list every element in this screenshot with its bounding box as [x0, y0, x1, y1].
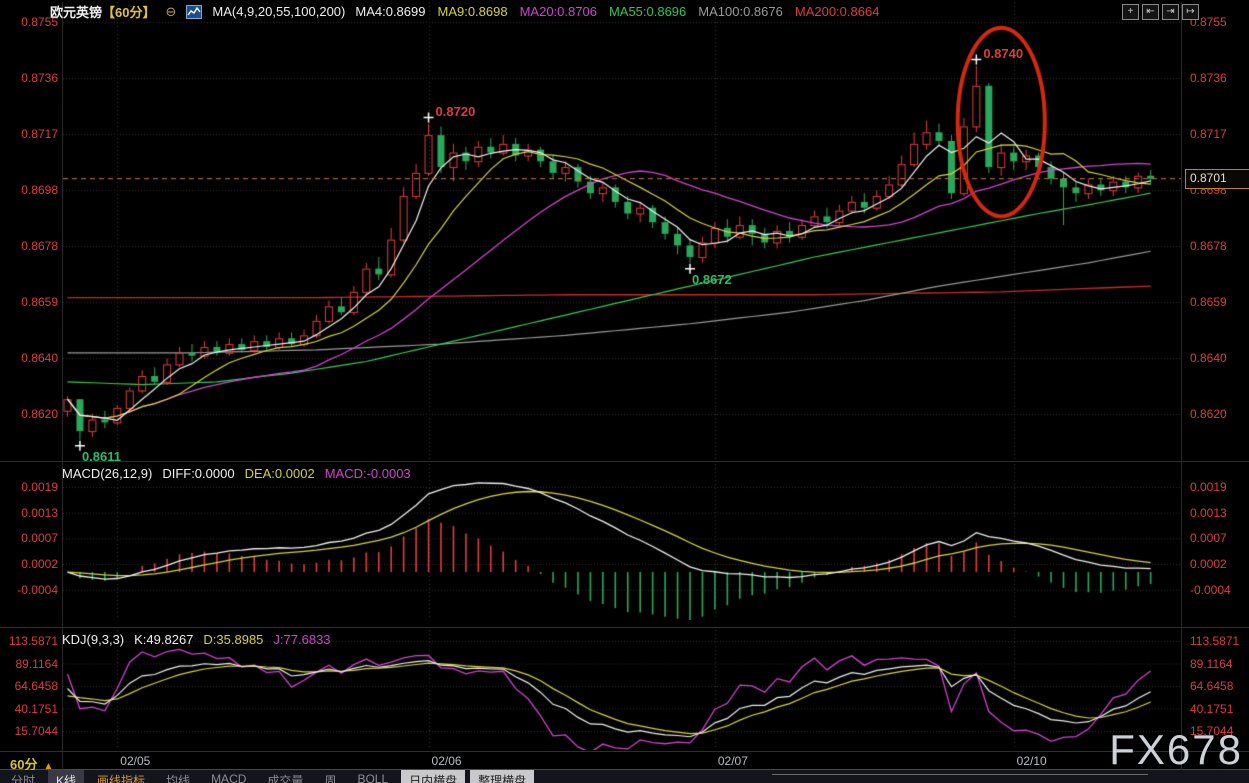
symbol-name: 欧元英镑 [50, 5, 102, 20]
axis-tick-label: 0.8678 [1190, 239, 1227, 253]
macd-title: MACD(26,12,9) [62, 466, 152, 481]
kdj-k-value: K:49.8267 [134, 632, 193, 647]
kdj-d-value: D:35.8985 [203, 632, 263, 647]
axis-tick-label: 0.0002 [2, 557, 58, 571]
ma-value-label: MA9:0.8698 [437, 4, 507, 19]
x-axis-date-label: 02/05 [120, 754, 150, 768]
kdj-panel-header: KDJ(9,3,3) K:49.8267 D:35.8985 J:77.6833 [62, 632, 331, 647]
panel-separator [0, 751, 1249, 752]
axis-tick-label: 0.0013 [2, 506, 58, 520]
shift-axis-right-icon[interactable]: ⇥ [1162, 4, 1179, 20]
main-chart-header: 欧元英镑【60分】 ⊖ MA(4,9,20,55,100,200) MA4:0.… [50, 2, 879, 21]
axis-tick-label: 15.7044 [2, 724, 58, 738]
axis-tick-label: 40.1751 [2, 702, 58, 716]
axis-tick-label: 0.0013 [1190, 506, 1227, 520]
plot-right-border [1181, 2, 1182, 770]
price-candlestick-chart[interactable] [63, 2, 1181, 460]
axis-tick-label: 0.8659 [1190, 295, 1227, 309]
ma-group-label: MA(4,9,20,55,100,200) [212, 4, 345, 19]
axis-tick-label: -0.0004 [2, 583, 58, 597]
macd-macd-value: MACD:-0.0003 [325, 466, 411, 481]
axis-tick-label: 89.1164 [2, 657, 58, 671]
axis-tick-label: 0.8736 [1190, 71, 1227, 85]
price-annotation: 0.8611 [82, 449, 121, 464]
price-annotation: 0.8672 [692, 272, 732, 287]
bottom-tab-分时[interactable]: 分时 [3, 770, 43, 783]
x-axis-date-label: 02/06 [432, 754, 462, 768]
ma-value-label: MA55:0.8696 [609, 4, 686, 19]
ma-value-label: MA200:0.8664 [795, 4, 880, 19]
axis-tick-label: 0.0002 [1190, 557, 1227, 571]
last-price-badge: 0.8701 [1185, 169, 1249, 189]
axis-tick-label: 0.0019 [2, 480, 58, 494]
panel-separator [0, 627, 1249, 628]
axis-tick-label: 0.8698 [2, 183, 58, 197]
bottom-tab-bar: 分时 K线画线指标均线 MACD 成交量周 BOLL 日内横盘整理横盘 [0, 770, 1249, 783]
chart-toolbar: +⇤⇥↦ [1122, 4, 1199, 20]
price-annotation: 0.8740 [983, 46, 1023, 61]
x-axis-date-label: 02/07 [718, 754, 748, 768]
macd-dea-value: DEA:0.0002 [245, 466, 315, 481]
price-annotation: 0.8720 [436, 104, 476, 119]
axis-tick-label: -0.0004 [1190, 583, 1231, 597]
axis-tick-label: 0.8640 [2, 351, 58, 365]
bottom-tab-周[interactable]: 周 [316, 770, 344, 783]
ma-value-label: MA20:0.8706 [520, 4, 597, 19]
bottom-tab-均线[interactable]: 均线 [158, 770, 198, 783]
axis-tick-label: 0.8640 [1190, 351, 1227, 365]
panel-separator [0, 461, 1249, 462]
watermark: FX678 [1109, 726, 1243, 774]
axis-tick-label: 0.0019 [1190, 480, 1227, 494]
chart-type-icon[interactable] [186, 5, 202, 19]
plot-left-border [62, 2, 63, 770]
macd-panel-header: MACD(26,12,9) DIFF:0.0000 DEA:0.0002 MAC… [62, 466, 411, 481]
bottom-tab-MACD[interactable]: MACD [203, 770, 254, 783]
bottom-tab-K线[interactable]: K线 [48, 770, 84, 783]
kdj-title: KDJ(9,3,3) [62, 632, 124, 647]
ma-value-label: MA4:0.8699 [355, 4, 425, 19]
axis-tick-label: 0.8620 [1190, 407, 1227, 421]
indicator-settings-icon[interactable]: ⊖ [165, 4, 176, 20]
axis-tick-label: 113.5871 [1190, 634, 1239, 648]
axis-tick-label: 0.8620 [2, 407, 58, 421]
kdj-indicator-chart[interactable] [63, 630, 1181, 750]
macd-indicator-chart[interactable] [63, 464, 1181, 620]
ma-value-label: MA100:0.8676 [698, 4, 783, 19]
period-label[interactable]: 【60分】 [102, 5, 155, 20]
axis-tick-label: 0.0007 [2, 531, 58, 545]
trading-app-window: 欧元英镑【60分】 ⊖ MA(4,9,20,55,100,200) MA4:0.… [0, 0, 1249, 783]
axis-tick-label: 0.8659 [2, 295, 58, 309]
x-axis-date-label: 02/10 [1017, 754, 1047, 768]
bottom-tab-日内横盘[interactable]: 日内横盘 [401, 770, 465, 783]
axis-tick-label: 0.8736 [2, 71, 58, 85]
axis-tick-label: 0.8717 [1190, 127, 1227, 141]
kdj-j-value: J:77.6833 [273, 632, 330, 647]
bottom-tab-成交量[interactable]: 成交量 [259, 770, 311, 783]
move-crosshair-icon[interactable]: + [1122, 4, 1139, 20]
bottom-tab-整理横盘[interactable]: 整理横盘 [470, 770, 534, 783]
axis-tick-label: 0.8678 [2, 239, 58, 253]
ma-values: MA4:0.8699 MA9:0.8698 MA20:0.8706 MA55:0.86… [355, 4, 879, 19]
macd-diff-value: DIFF:0.0000 [162, 466, 234, 481]
axis-tick-label: 64.6458 [2, 679, 58, 693]
bottom-tab-BOLL[interactable]: BOLL [349, 770, 396, 783]
axis-tick-label: 64.6458 [1190, 679, 1233, 693]
axis-tick-label: 113.5871 [2, 634, 58, 648]
axis-tick-label: 0.8717 [2, 127, 58, 141]
axis-tick-label: 89.1164 [1190, 657, 1233, 671]
step-forward-icon[interactable]: ↦ [1182, 4, 1199, 20]
horizontal-scrollbar[interactable] [772, 774, 1148, 775]
bottom-tab-画线指标[interactable]: 画线指标 [89, 770, 153, 783]
axis-tick-label: 40.1751 [1190, 702, 1233, 716]
shift-axis-left-icon[interactable]: ⇤ [1142, 4, 1159, 20]
axis-tick-label: 0.0007 [1190, 531, 1227, 545]
